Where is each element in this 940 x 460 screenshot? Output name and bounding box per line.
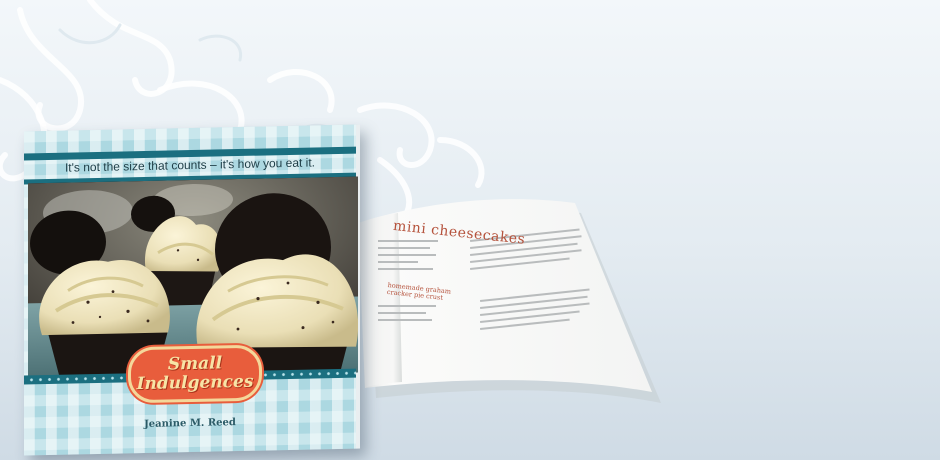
book-title-line1: Small (167, 353, 223, 375)
book-title-line2: Indulgences (136, 371, 254, 395)
product-scene: mini cheesecakes homemade graham cracker… (0, 0, 940, 460)
book-title: Small Indulgences (131, 353, 259, 395)
title-badge: Small Indulgences (128, 344, 262, 404)
book-cover: It's not the size that counts – it's how… (24, 124, 360, 456)
book-author: Jeanine M. Reed (144, 417, 236, 431)
